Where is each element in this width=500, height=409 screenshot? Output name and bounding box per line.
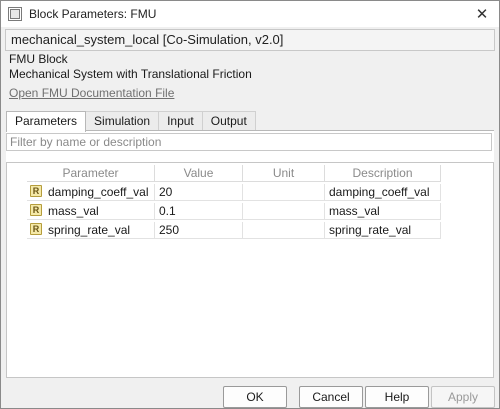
simulink-block-icon — [8, 7, 22, 21]
filter-input[interactable] — [6, 133, 492, 151]
tab-output[interactable]: Output — [201, 111, 256, 131]
parameter-value-cell[interactable]: 0.1 — [155, 203, 243, 220]
open-documentation-link[interactable]: Open FMU Documentation File — [9, 86, 174, 100]
tab-bar: Parameters Simulation Input Output — [6, 111, 256, 132]
ok-button[interactable]: OK — [223, 386, 287, 408]
column-header-description[interactable]: Description — [325, 165, 441, 182]
model-info-box: mechanical_system_local [Co-Simulation, … — [5, 29, 495, 51]
parameter-description-cell: damping_coeff_val — [325, 184, 441, 201]
apply-button[interactable]: Apply — [431, 386, 495, 408]
close-icon[interactable]: ✕ — [465, 1, 499, 27]
parameter-name: damping_coeff_val — [48, 185, 149, 199]
parameter-unit-cell — [243, 203, 325, 220]
parameter-table: Parameter Value Unit Description R dampi… — [6, 162, 494, 378]
parameter-name: spring_rate_val — [48, 223, 131, 237]
model-info: mechanical_system_local [Co-Simulation, … — [11, 32, 284, 47]
tab-simulation[interactable]: Simulation — [85, 111, 160, 131]
real-parameter-icon: R — [30, 223, 42, 235]
real-parameter-icon: R — [30, 204, 42, 216]
parameter-unit-cell — [243, 222, 325, 239]
parameters-panel: Parameter Value Unit Description R dampi… — [6, 130, 494, 378]
column-header-parameter[interactable]: Parameter — [27, 165, 155, 182]
tab-input[interactable]: Input — [158, 111, 203, 131]
parameter-value-cell[interactable]: 20 — [155, 184, 243, 201]
help-button[interactable]: Help — [365, 386, 429, 408]
title-bar[interactable]: Block Parameters: FMU ✕ — [1, 1, 499, 27]
parameter-name-cell: R damping_coeff_val — [27, 184, 155, 201]
column-header-value[interactable]: Value — [155, 165, 243, 182]
parameter-description-cell: mass_val — [325, 203, 441, 220]
block-type: FMU Block — [9, 52, 68, 66]
dialog-window: Block Parameters: FMU ✕ mechanical_syste… — [0, 0, 500, 409]
parameter-name: mass_val — [48, 204, 99, 218]
cancel-button[interactable]: Cancel — [299, 386, 363, 408]
parameter-name-cell: R spring_rate_val — [27, 222, 155, 239]
parameter-value-cell[interactable]: 250 — [155, 222, 243, 239]
real-parameter-icon: R — [30, 185, 42, 197]
column-header-unit[interactable]: Unit — [243, 165, 325, 182]
parameter-description-cell: spring_rate_val — [325, 222, 441, 239]
parameter-unit-cell — [243, 184, 325, 201]
window-title: Block Parameters: FMU — [29, 7, 157, 21]
block-description: Mechanical System with Translational Fri… — [9, 67, 252, 81]
parameter-name-cell: R mass_val — [27, 203, 155, 220]
tab-parameters[interactable]: Parameters — [6, 111, 87, 132]
